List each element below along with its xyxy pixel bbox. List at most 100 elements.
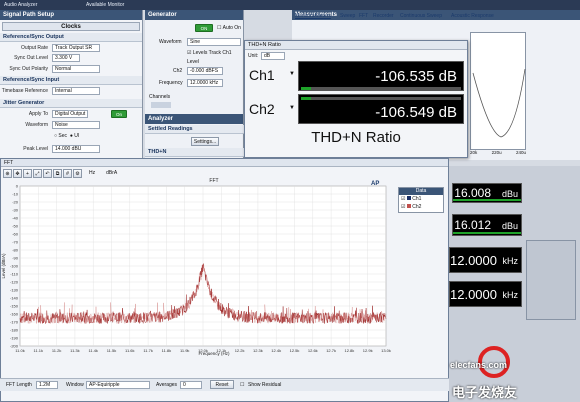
generator-on-toggle[interactable]: ON	[195, 24, 213, 32]
y-tick-label: -180	[10, 328, 19, 333]
y-tick-label: -190	[10, 336, 19, 341]
sec-radio[interactable]: ○	[54, 133, 57, 139]
generator-waveform-select[interactable]: Sine	[187, 38, 241, 46]
window-select[interactable]: AP-Equiripple	[86, 381, 150, 389]
fft-bottom-bar: FFT Length 1.2M Window AP-Equiripple Ave…	[0, 378, 449, 391]
jitter-on-toggle[interactable]: On	[111, 110, 127, 118]
x-tick-label: 11.0k	[15, 348, 25, 353]
frequency-input[interactable]: 12.0000 kHz	[187, 79, 223, 87]
ch2-level-input[interactable]: -0.000 dBFS	[187, 67, 223, 75]
signal-path-title: Signal Path Setup	[0, 10, 142, 20]
tab-sweep[interactable]: Sweep	[340, 13, 355, 19]
fft-length-label: FFT Length	[6, 382, 32, 388]
bg-x-tick: 20k	[470, 150, 478, 155]
legend-ch1-checkbox[interactable]: ☑	[401, 196, 405, 202]
tab-continuous-sweep[interactable]: Continuous Sweep	[400, 13, 442, 19]
bg-x-tick: 220u	[491, 150, 502, 155]
sec-radio-label: Sec	[58, 133, 68, 139]
legend-ch2-checkbox[interactable]: ☑	[401, 204, 405, 210]
thdn-ch2-readout: -106.549 dB	[298, 94, 464, 124]
averages-input[interactable]: 0	[180, 381, 202, 389]
thdn-unit-select[interactable]: dB	[261, 52, 285, 60]
tab-monitors-meters[interactable]: Monitors/Meters	[295, 13, 331, 19]
ref-sync-input-header[interactable]: Reference/Sync Input	[0, 76, 142, 85]
fft-xlabel: Frequency (Hz)	[198, 351, 230, 356]
x-tick-label: 11.6k	[125, 348, 135, 353]
jitter-generator-header[interactable]: Jitter Generator	[0, 99, 142, 108]
auto-on-checkbox[interactable]: ☐	[217, 25, 221, 31]
x-tick-label: 11.3k	[70, 348, 80, 353]
bg-x-tick: 240u	[515, 150, 526, 155]
x-tick-label: 12.7k	[326, 348, 336, 353]
freq-meter-ch2: 12.0000 kHz	[449, 281, 522, 307]
fft-legend: Data ☑ Ch1 ☑ Ch2	[398, 187, 444, 213]
y-tick-label: -40	[12, 216, 19, 221]
show-residual-checkbox[interactable]: ☐	[240, 382, 244, 388]
settings-button[interactable]: Settings...	[191, 137, 219, 146]
clocks-header[interactable]: Clocks	[2, 22, 140, 31]
output-rate-select[interactable]: Track Output SR	[52, 44, 100, 52]
x-tick-label: 11.2k	[52, 348, 62, 353]
x-tick-label: 12.9k	[363, 348, 373, 353]
timebase-ref-label: Timebase Reference	[1, 88, 48, 94]
thdn-footer-label: THD+N Ratio	[311, 129, 401, 146]
x-tick-label: 12.5k	[290, 348, 300, 353]
level-meter-ch2-unit: dBu	[501, 221, 518, 231]
thdn-section-label[interactable]: THD+N	[145, 148, 244, 157]
levels-track-label: Levels Track Ch1	[192, 50, 232, 56]
generator-waveform-label: Waveform	[159, 39, 182, 45]
thdn-window-title[interactable]: THD+N Ratio	[245, 41, 467, 50]
freq-meter-ch1-value: 12.0000	[450, 253, 497, 268]
tab-acoustic-response[interactable]: Acoustic Response	[451, 13, 494, 19]
timebase-ref-select[interactable]: Internal	[52, 87, 100, 95]
fft-length-select[interactable]: 1.2M	[36, 381, 58, 389]
ui-radio[interactable]: ●	[70, 133, 73, 139]
fft-window-title[interactable]: FFT	[1, 159, 448, 167]
peak-level-input[interactable]: 14.000 dBU	[52, 145, 100, 153]
y-tick-label: -10	[12, 192, 19, 197]
app-title: Audio Analyzer	[4, 2, 38, 8]
chevron-down-icon[interactable]: ▼	[289, 105, 295, 111]
ui-radio-label: UI	[74, 133, 80, 139]
window-label: Window	[66, 382, 84, 388]
tab-fft[interactable]: FFT	[359, 13, 368, 19]
apply-to-select[interactable]: Digital Output	[52, 110, 88, 118]
sync-out-level-input[interactable]: 3.300 V	[52, 54, 80, 62]
levels-track-checkbox[interactable]: ☑	[187, 50, 191, 56]
channels-indicator[interactable]	[151, 102, 171, 108]
show-residual-label: Show Residual	[248, 382, 282, 388]
jitter-waveform-select[interactable]: Noise	[52, 121, 100, 129]
thdn-ch1-bar	[301, 87, 311, 90]
legend-ch1-label: Ch1	[412, 196, 422, 202]
chevron-down-icon[interactable]: ▼	[289, 71, 295, 77]
reset-button[interactable]: Reset	[210, 380, 234, 389]
y-tick-label: -110	[10, 272, 18, 277]
signal-path-panel: Signal Path Setup Clocks Reference/Sync …	[0, 10, 143, 158]
available-monitor-label[interactable]: Available Monitor	[86, 2, 124, 8]
level-meter-ch2: 16.012 dBu	[452, 214, 522, 236]
watermark-sub: elecfans.com	[450, 360, 508, 370]
legend-title: Data	[399, 188, 443, 195]
thdn-ch1-value: -106.535 dB	[375, 68, 457, 85]
sync-out-polarity-select[interactable]: Normal	[52, 65, 100, 73]
y-tick-label: -100	[10, 264, 19, 269]
fft-ylabel: Level (dBrA)	[1, 253, 6, 279]
thdn-ch2-bar	[301, 97, 311, 100]
y-tick-label: -90	[12, 256, 19, 261]
tab-recorder[interactable]: Recorder	[373, 13, 394, 19]
thdn-ch2-value: -106.549 dB	[375, 104, 457, 121]
background-sweep-graph	[470, 32, 526, 150]
thdn-window: THD+N Ratio Unit: dB -106.535 dB Ch1 ▼ -…	[244, 40, 468, 158]
y-tick-label: -50	[12, 224, 19, 229]
x-tick-label: 13.0k	[381, 348, 391, 353]
legend-ch2-label: Ch2	[412, 204, 422, 210]
level-meter-ch1: 16.008 dBu	[452, 183, 522, 203]
settled-readings-label[interactable]: Settled Readings	[145, 125, 244, 134]
freq-meter-ch1: 12.0000 kHz	[449, 247, 522, 273]
analyzer-panel: Analyzer Settled Readings Settings... TH…	[145, 114, 244, 158]
level-meter-ch1-value: 16.008	[454, 186, 491, 200]
watermark: elecfans.com 电子发烧友	[448, 346, 580, 402]
ref-sync-output-header[interactable]: Reference/Sync Output	[0, 33, 142, 42]
thdn-ch1-label: Ch1	[249, 67, 275, 83]
apply-to-label: Apply To	[28, 111, 48, 117]
